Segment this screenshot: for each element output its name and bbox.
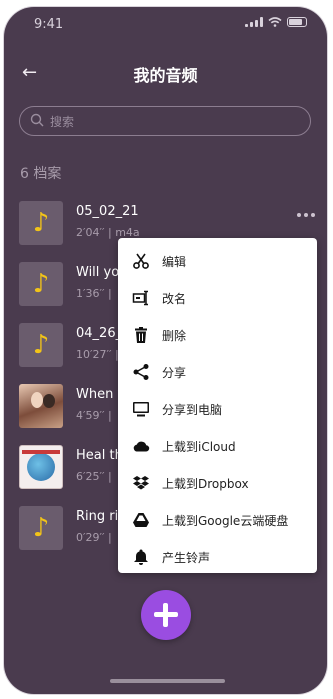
home-indicator	[110, 679, 225, 683]
menu-item-upload-google-drive[interactable]: 上载到Google云端硬盘	[118, 502, 317, 538]
file-name: Ring rir	[76, 509, 124, 524]
menu-item-label: 删除	[162, 329, 187, 343]
search-icon	[30, 113, 44, 127]
menu-item-label: 上载到Dropbox	[162, 477, 249, 491]
search-input[interactable]	[48, 111, 292, 133]
file-count: 6 档案	[20, 166, 62, 182]
menu-item-label: 分享	[162, 366, 187, 380]
rename-icon	[132, 290, 148, 306]
file-meta: 4′59′′ |	[76, 409, 112, 422]
file-name: Will yo	[76, 265, 120, 280]
file-name: 05_02_21	[76, 204, 139, 219]
monitor-icon	[133, 402, 149, 417]
music-note-icon: ♪	[19, 506, 63, 550]
menu-item-edit[interactable]: 编辑	[118, 243, 317, 279]
share-icon	[133, 364, 149, 380]
menu-item-label: 改名	[162, 292, 187, 306]
file-name: Heal th	[76, 448, 123, 463]
menu-item-make-ringtone[interactable]: 产生铃声	[118, 539, 317, 575]
google-drive-icon	[133, 513, 149, 527]
dropbox-icon	[133, 476, 149, 490]
status-icons	[245, 17, 307, 27]
menu-item-rename[interactable]: 改名	[118, 280, 317, 316]
menu-item-share-to-computer[interactable]: 分享到电脑	[118, 391, 317, 427]
battery-icon	[287, 17, 307, 27]
wifi-icon	[268, 17, 282, 27]
phone-screen: 9:41 ← 我的音频 6 档案 ♪ 05_02_21 2′04′′ | m4a…	[4, 7, 327, 694]
context-menu: 编辑 改名 删除 分享 分享到电脑 上载到iCloud 上载到Dropbox 上…	[118, 238, 317, 573]
bell-icon	[134, 549, 148, 565]
menu-item-label: 上载到Google云端硬盘	[162, 514, 289, 528]
header: ← 我的音频	[4, 59, 327, 89]
status-time: 9:41	[34, 17, 64, 32]
menu-item-upload-dropbox[interactable]: 上载到Dropbox	[118, 465, 317, 501]
more-options-icon[interactable]	[297, 213, 315, 217]
menu-item-delete[interactable]: 删除	[118, 317, 317, 353]
file-meta: 0′29′′ |	[76, 531, 112, 544]
file-meta: 10′27′′ |	[76, 348, 119, 361]
cloud-icon	[133, 441, 150, 452]
add-button[interactable]	[141, 590, 191, 640]
status-bar: 9:41	[4, 7, 327, 41]
music-note-icon: ♪	[19, 262, 63, 306]
page-title: 我的音频	[133, 66, 198, 85]
menu-item-label: 上载到iCloud	[162, 440, 236, 454]
file-name: 04_26_	[76, 326, 123, 341]
menu-item-label: 编辑	[162, 255, 187, 269]
file-meta: 1′36′′ |	[76, 287, 112, 300]
scissors-icon	[133, 253, 149, 269]
trash-icon	[135, 327, 147, 343]
album-art	[19, 384, 63, 428]
menu-item-upload-icloud[interactable]: 上载到iCloud	[118, 428, 317, 464]
menu-item-label: 产生铃声	[162, 551, 211, 565]
music-note-icon: ♪	[19, 323, 63, 367]
menu-item-label: 分享到电脑	[162, 403, 223, 417]
signal-icon	[245, 17, 263, 27]
music-note-icon: ♪	[19, 201, 63, 245]
album-art	[19, 445, 63, 489]
menu-item-share[interactable]: 分享	[118, 354, 317, 390]
file-meta: 6′25′′ |	[76, 470, 112, 483]
search-bar[interactable]	[19, 106, 311, 136]
